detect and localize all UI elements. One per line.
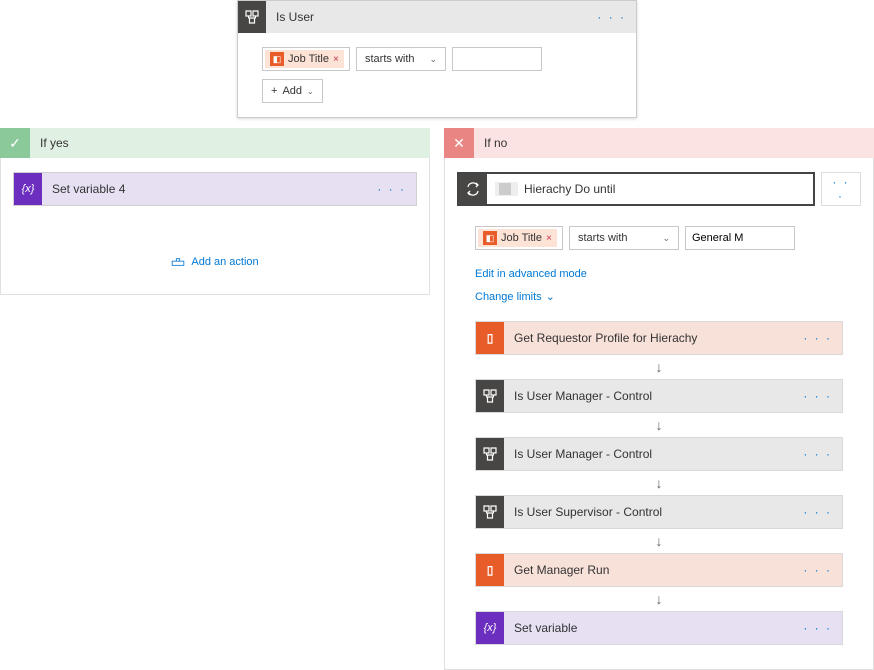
step-menu[interactable]: · · ·	[793, 621, 842, 635]
condition-right-value[interactable]	[452, 47, 542, 71]
chevron-down-icon: ⌄	[662, 233, 670, 244]
nested-step-card[interactable]: Is User Manager - Control· · ·	[475, 379, 843, 413]
step-title: Is User Manager - Control	[504, 447, 793, 461]
if-no-branch: ✕ If no Hierachy Do until · · ·	[444, 128, 874, 670]
office-icon: ◧	[483, 231, 497, 245]
nested-steps: ▯Get Requestor Profile for Hierachy· · ·…	[475, 321, 843, 645]
nested-step-card[interactable]: ▯Get Requestor Profile for Hierachy· · ·	[475, 321, 843, 355]
loop-cond-left-value[interactable]: ◧ Job Title ×	[475, 226, 563, 250]
nested-step-card[interactable]: {x}Set variable· · ·	[475, 611, 843, 645]
condition-menu[interactable]: · · ·	[587, 10, 636, 24]
add-action-button[interactable]: Add an action	[13, 244, 417, 280]
condition-card: Is User · · · ◧ Job Title × starts with …	[237, 0, 637, 118]
condition-icon	[476, 438, 504, 470]
add-action-icon	[171, 257, 185, 267]
loop-cond-right-value[interactable]	[685, 226, 795, 250]
change-limits-link[interactable]: Change limits ⌄	[475, 290, 555, 303]
step-menu[interactable]: · · ·	[793, 505, 842, 519]
step-menu[interactable]: · · ·	[793, 563, 842, 577]
loop-icon	[459, 174, 487, 204]
do-until-title: Hierachy Do until	[518, 182, 813, 196]
chevron-down-icon: ⌄	[429, 54, 437, 65]
do-until-body: ◧ Job Title × starts with ⌄ Edit in adva…	[457, 216, 861, 655]
edit-advanced-mode-link[interactable]: Edit in advanced mode	[475, 268, 587, 280]
close-icon: ✕	[444, 128, 474, 158]
check-icon: ✓	[0, 128, 30, 158]
condition-header[interactable]: Is User · · ·	[238, 1, 636, 33]
arrow-down-icon: ↓	[475, 355, 843, 379]
if-yes-header: ✓ If yes	[0, 128, 430, 158]
nested-step-card[interactable]: Is User Supervisor - Control· · ·	[475, 495, 843, 529]
action-card[interactable]: {x} Set variable 4 · · ·	[13, 172, 417, 206]
plus-icon: +	[271, 85, 277, 97]
do-until-menu[interactable]: · · ·	[821, 172, 861, 206]
condition-operator-select[interactable]: starts with ⌄	[356, 47, 446, 71]
step-title: Is User Supervisor - Control	[504, 505, 793, 519]
chevron-down-icon: ⌄	[546, 290, 555, 303]
variable-icon: {x}	[14, 173, 42, 205]
nested-step-card[interactable]: Is User Manager - Control· · ·	[475, 437, 843, 471]
prefix-chip	[495, 182, 518, 196]
remove-token-icon[interactable]: ×	[333, 54, 339, 65]
condition-icon	[238, 1, 266, 33]
action-menu[interactable]: · · ·	[367, 182, 416, 196]
remove-token-icon[interactable]: ×	[546, 233, 552, 244]
arrow-down-icon: ↓	[475, 413, 843, 437]
condition-icon	[476, 496, 504, 528]
step-menu[interactable]: · · ·	[793, 447, 842, 461]
condition-body: ◧ Job Title × starts with ⌄ + Add ⌄	[238, 33, 636, 117]
step-title: Is User Manager - Control	[504, 389, 793, 403]
do-until-card[interactable]: Hierachy Do until	[457, 172, 815, 206]
office-icon: ▯	[476, 322, 504, 354]
action-title: Set variable 4	[42, 182, 367, 196]
arrow-down-icon: ↓	[475, 587, 843, 611]
step-menu[interactable]: · · ·	[793, 331, 842, 345]
arrow-down-icon: ↓	[475, 471, 843, 495]
step-title: Set variable	[504, 621, 793, 635]
condition-branches: ✓ If yes {x} Set variable 4 · · · Add an…	[0, 128, 874, 670]
job-title-token[interactable]: ◧ Job Title ×	[265, 50, 344, 68]
variable-icon: {x}	[476, 612, 504, 644]
office-icon: ▯	[476, 554, 504, 586]
if-yes-branch: ✓ If yes {x} Set variable 4 · · · Add an…	[0, 128, 430, 295]
arrow-down-icon: ↓	[475, 529, 843, 553]
add-condition-button[interactable]: + Add ⌄	[262, 79, 323, 103]
step-title: Get Manager Run	[504, 563, 793, 577]
condition-title: Is User	[266, 10, 587, 24]
nested-step-card[interactable]: ▯Get Manager Run· · ·	[475, 553, 843, 587]
condition-icon	[476, 380, 504, 412]
job-title-token[interactable]: ◧ Job Title ×	[478, 229, 557, 247]
loop-cond-operator-select[interactable]: starts with ⌄	[569, 226, 679, 250]
condition-left-value[interactable]: ◧ Job Title ×	[262, 47, 350, 71]
chevron-down-icon: ⌄	[307, 87, 314, 96]
step-menu[interactable]: · · ·	[793, 389, 842, 403]
step-title: Get Requestor Profile for Hierachy	[504, 331, 793, 345]
office-icon: ◧	[270, 52, 284, 66]
if-no-header: ✕ If no	[444, 128, 874, 158]
